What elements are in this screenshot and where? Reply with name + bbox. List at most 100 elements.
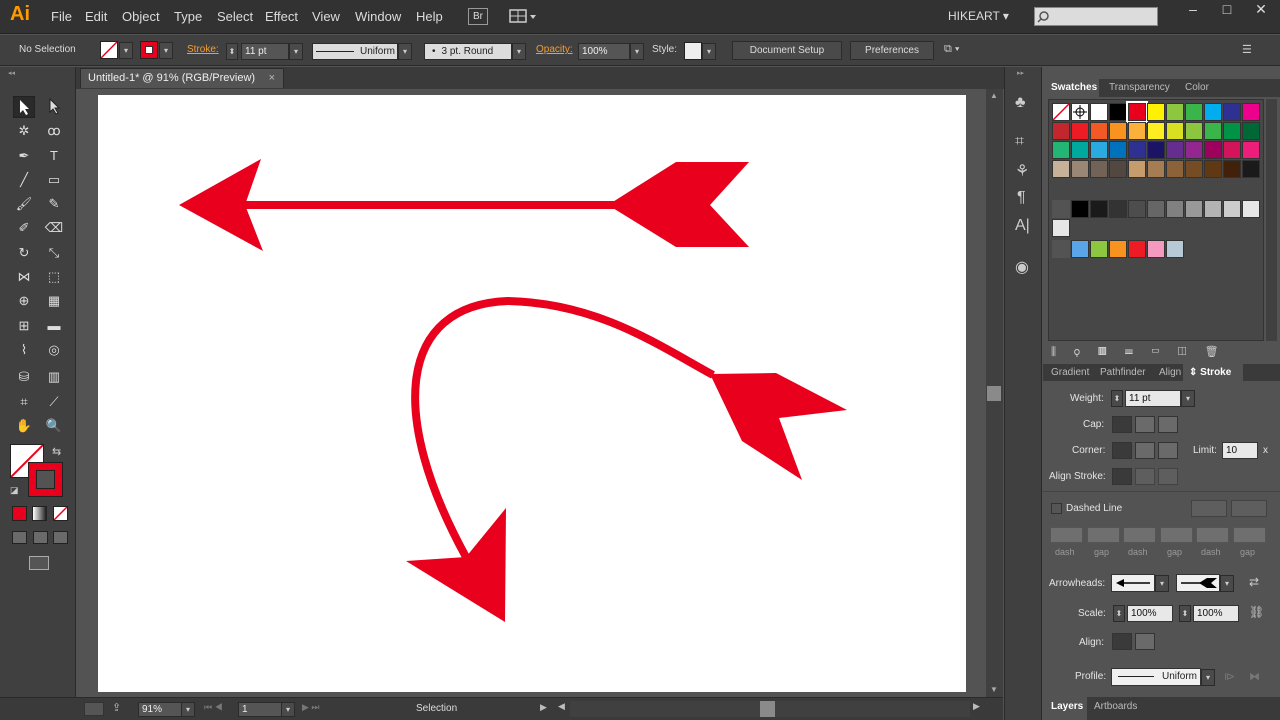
tab-layers[interactable]: Layers bbox=[1051, 701, 1083, 712]
swatch[interactable] bbox=[1223, 141, 1241, 159]
miter-join-button[interactable] bbox=[1112, 442, 1132, 459]
fill-swatch[interactable] bbox=[100, 41, 118, 59]
type-tool-icon[interactable]: T bbox=[43, 145, 65, 167]
swatch[interactable] bbox=[1242, 141, 1260, 159]
swatch[interactable] bbox=[1147, 103, 1165, 121]
rectangle-tool-icon[interactable]: ▭ bbox=[43, 169, 65, 191]
dash-field-1[interactable] bbox=[1050, 527, 1083, 543]
draw-behind-icon[interactable] bbox=[33, 531, 48, 544]
artboards-panel-icon[interactable]: ⌗ bbox=[1015, 133, 1024, 151]
arrange-documents-icon[interactable] bbox=[508, 8, 538, 25]
gray-swatch[interactable] bbox=[1090, 200, 1108, 218]
swatch[interactable] bbox=[1109, 160, 1127, 178]
gray-swatch[interactable] bbox=[1204, 200, 1222, 218]
opacity-field[interactable]: 100% bbox=[578, 43, 630, 60]
blob-brush-tool-icon[interactable]: ✐ bbox=[13, 217, 35, 239]
column-graph-tool-icon[interactable]: ▥ bbox=[43, 366, 65, 388]
opacity-label[interactable]: Opacity: bbox=[536, 44, 573, 55]
weight-dropdown[interactable]: ▾ bbox=[1181, 390, 1195, 407]
align-center-button[interactable] bbox=[1112, 468, 1132, 485]
artboard-nav-icon[interactable] bbox=[84, 702, 104, 716]
document-tab[interactable]: Untitled-1* @ 91% (RGB/Preview) × bbox=[80, 68, 284, 88]
bevel-join-button[interactable] bbox=[1158, 442, 1178, 459]
gray-swatch[interactable] bbox=[1071, 200, 1089, 218]
swatch[interactable] bbox=[1071, 160, 1089, 178]
zoom-tool-icon[interactable]: 🔍 bbox=[43, 415, 65, 437]
close-button[interactable]: ✕ bbox=[1244, 0, 1278, 20]
gray-swatch[interactable] bbox=[1052, 219, 1070, 237]
swap-arrowheads-icon[interactable]: ⇄ bbox=[1249, 575, 1259, 589]
zoom-field[interactable]: 91% bbox=[138, 702, 182, 717]
swatch[interactable] bbox=[1147, 141, 1165, 159]
vertical-scroll-thumb[interactable] bbox=[987, 386, 1001, 401]
swatch[interactable] bbox=[1090, 141, 1108, 159]
swatch[interactable] bbox=[1204, 103, 1222, 121]
arrow-place-button[interactable] bbox=[1135, 633, 1155, 650]
scale-start-field[interactable]: 100% bbox=[1127, 605, 1173, 622]
group-swatch[interactable] bbox=[1166, 240, 1184, 258]
gray-swatch[interactable] bbox=[1223, 200, 1241, 218]
weight-field[interactable]: 11 pt bbox=[1125, 390, 1181, 407]
swatch[interactable] bbox=[1242, 122, 1260, 140]
brush-definition[interactable]: • 3 pt. Round bbox=[424, 43, 512, 60]
graphic-style-swatch[interactable] bbox=[684, 42, 702, 60]
swatch[interactable] bbox=[1204, 160, 1222, 178]
swatch[interactable] bbox=[1052, 141, 1070, 159]
swatch[interactable] bbox=[1109, 122, 1127, 140]
variable-width-profile[interactable]: Uniform bbox=[312, 43, 398, 60]
tab-pathfinder[interactable]: Pathfinder bbox=[1100, 367, 1146, 378]
screen-mode-icon[interactable] bbox=[29, 556, 49, 570]
line-tool-icon[interactable]: ╱ bbox=[13, 169, 35, 191]
gap-field-2[interactable] bbox=[1160, 527, 1193, 543]
preserve-dash-button[interactable] bbox=[1191, 500, 1227, 517]
swatch[interactable] bbox=[1166, 160, 1184, 178]
gray-swatch[interactable] bbox=[1166, 200, 1184, 218]
dash-field-2[interactable] bbox=[1123, 527, 1156, 543]
color-mode-icon[interactable] bbox=[12, 506, 27, 521]
menu-object[interactable]: Object bbox=[122, 9, 160, 24]
stroke-weight-field[interactable]: 11 pt bbox=[241, 43, 289, 60]
menu-select[interactable]: Select bbox=[217, 9, 253, 24]
artboard-number-field[interactable]: 1 bbox=[238, 702, 282, 717]
group-swatch[interactable] bbox=[1090, 240, 1108, 258]
link-scale-icon[interactable]: ⛓ bbox=[1249, 605, 1264, 619]
color-group-folder-icon[interactable] bbox=[1052, 240, 1070, 258]
brushes-icon[interactable]: ⚘ bbox=[1015, 161, 1029, 181]
swatch[interactable] bbox=[1090, 160, 1108, 178]
align-outside-button[interactable] bbox=[1158, 468, 1178, 485]
hand-tool-icon[interactable]: ✋ bbox=[13, 415, 35, 437]
eyedropper-tool-icon[interactable]: ⌇ bbox=[13, 339, 35, 361]
tab-artboards[interactable]: Artboards bbox=[1094, 701, 1137, 712]
gray-swatch[interactable] bbox=[1185, 200, 1203, 218]
tab-color[interactable]: Color bbox=[1185, 82, 1209, 93]
document-setup-button[interactable]: Document Setup bbox=[732, 41, 842, 60]
gray-swatch[interactable] bbox=[1109, 200, 1127, 218]
stroke-weight-dropdown[interactable]: ▾ bbox=[289, 43, 303, 60]
projecting-cap-button[interactable] bbox=[1158, 416, 1178, 433]
group-swatch[interactable] bbox=[1109, 240, 1127, 258]
profile-dropdown[interactable]: ▾ bbox=[398, 43, 412, 60]
swatch[interactable] bbox=[1071, 122, 1089, 140]
next-artboard-icon[interactable]: ▶ ⏭ bbox=[302, 702, 320, 713]
none-mode-icon[interactable] bbox=[53, 506, 68, 521]
swatch[interactable] bbox=[1223, 122, 1241, 140]
tab-stroke[interactable]: ⇕ Stroke bbox=[1189, 367, 1231, 378]
swatches-scrollbar[interactable] bbox=[1266, 99, 1277, 341]
opacity-dropdown[interactable]: ▾ bbox=[630, 43, 644, 60]
fill-dropdown[interactable]: ▾ bbox=[119, 42, 133, 59]
search-input[interactable] bbox=[1034, 7, 1158, 26]
dash-field-3[interactable] bbox=[1196, 527, 1229, 543]
flip-along-icon[interactable]: ⧐ bbox=[1224, 670, 1235, 683]
swatch[interactable] bbox=[1166, 122, 1184, 140]
tab-gradient[interactable]: Gradient bbox=[1051, 367, 1089, 378]
gradient-tool-icon[interactable]: ▬ bbox=[43, 315, 65, 337]
swatch[interactable] bbox=[1109, 141, 1127, 159]
align-inside-button[interactable] bbox=[1135, 468, 1155, 485]
pencil-tool-icon[interactable]: ✎ bbox=[43, 193, 65, 215]
swatch[interactable] bbox=[1242, 103, 1260, 121]
magic-wand-tool-icon[interactable]: ✲ bbox=[13, 120, 35, 142]
gray-swatch[interactable] bbox=[1242, 200, 1260, 218]
menu-edit[interactable]: Edit bbox=[85, 9, 107, 24]
style-dropdown[interactable]: ▾ bbox=[702, 43, 716, 60]
start-arrowhead-dropdown[interactable]: ▾ bbox=[1155, 575, 1169, 592]
